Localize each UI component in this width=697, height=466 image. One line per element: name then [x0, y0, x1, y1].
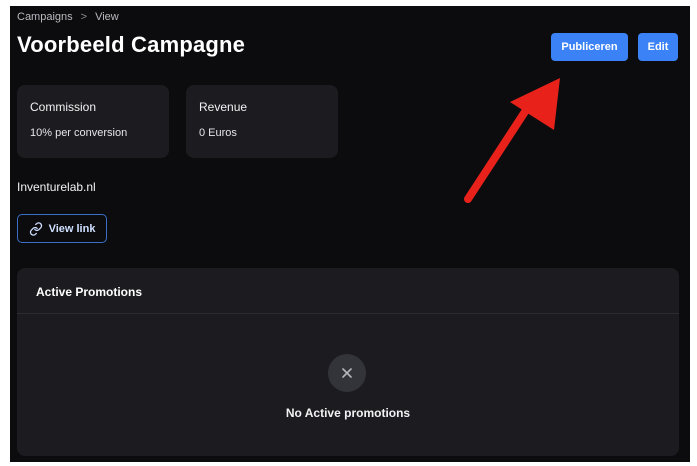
page-title: Voorbeeld Campagne [17, 32, 246, 57]
breadcrumb-separator: > [80, 11, 88, 23]
link-icon [29, 221, 43, 236]
view-link-button[interactable]: View link [17, 214, 107, 243]
edit-button[interactable]: Edit [638, 33, 678, 61]
empty-promotions-message: No Active promotions [285, 406, 411, 420]
active-promotions-panel: Active Promotions No Active promotions [17, 268, 679, 456]
promotions-title: Active Promotions [36, 285, 143, 299]
revenue-label: Revenue [199, 100, 248, 114]
commission-value: 10% per conversion [30, 127, 128, 139]
commission-label: Commission [30, 100, 97, 114]
campaign-view-window: Campaigns > View Voorbeeld Campagne Publ… [10, 6, 690, 462]
revenue-value: 0 Euros [199, 127, 237, 139]
promotions-header: Active Promotions [17, 268, 679, 314]
breadcrumb-campaigns[interactable]: Campaigns [17, 11, 73, 23]
campaign-domain: Inventurelab.nl [17, 180, 96, 194]
breadcrumb-view: View [95, 11, 119, 23]
view-link-label: View link [48, 222, 96, 235]
red-arrow-icon [460, 66, 570, 211]
breadcrumb: Campaigns > View [17, 11, 119, 23]
publish-button[interactable]: Publiceren [551, 33, 628, 61]
commission-card: Commission 10% per conversion [17, 85, 169, 158]
revenue-card: Revenue 0 Euros [186, 85, 338, 158]
close-icon [328, 354, 366, 392]
